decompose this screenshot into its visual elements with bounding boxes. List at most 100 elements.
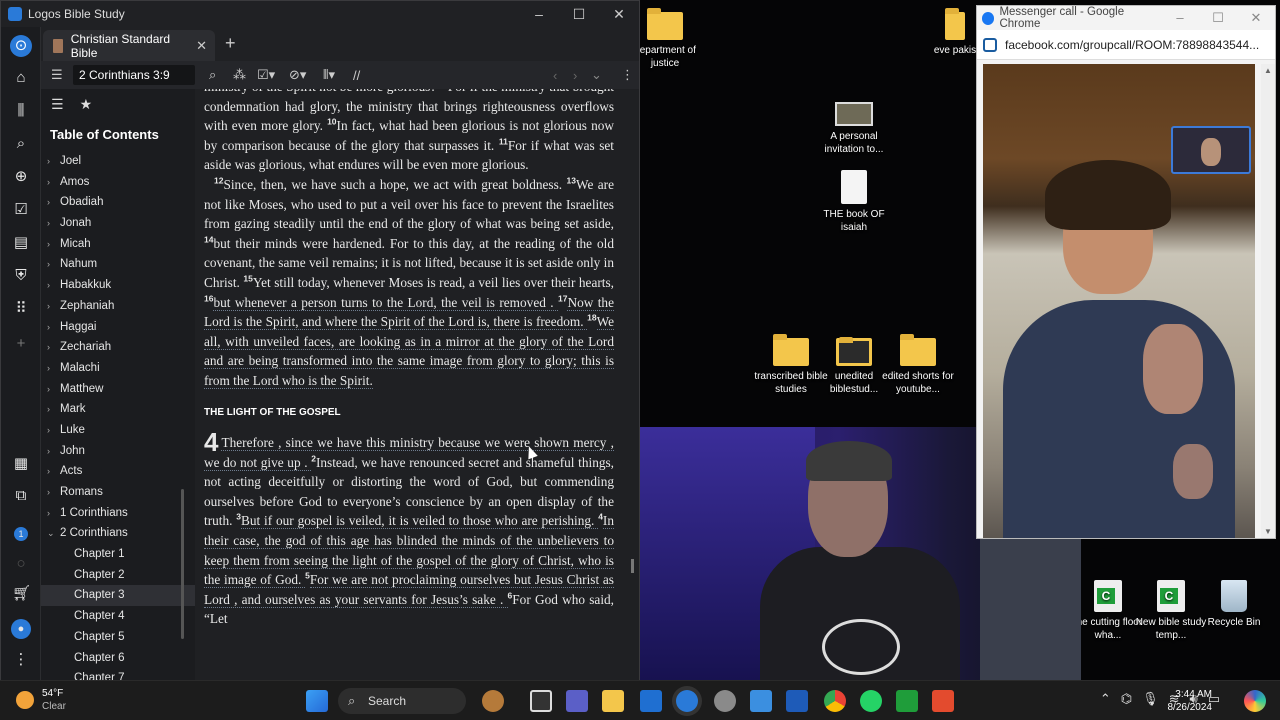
- history-dropdown-icon[interactable]: ⌄: [591, 67, 602, 83]
- chevron-up-icon[interactable]: ⌃: [1100, 691, 1111, 707]
- toc-book-item[interactable]: › Zephaniah: [41, 296, 195, 317]
- close-button[interactable]: ✕: [1237, 10, 1275, 26]
- toc-book-item[interactable]: › Obadiah: [41, 192, 195, 213]
- camtasia-red-icon[interactable]: [932, 690, 954, 712]
- address-bar[interactable]: facebook.com/groupcall/ROOM:78898843544.…: [977, 30, 1275, 60]
- chevron-right-icon[interactable]: ›: [47, 420, 50, 441]
- copilot-icon[interactable]: [1244, 690, 1266, 712]
- maximize-button[interactable]: ☐: [1199, 10, 1237, 26]
- desktop-icon-recycle-bin[interactable]: Recycle Bin: [1194, 580, 1274, 629]
- chevron-right-icon[interactable]: ›: [47, 172, 50, 193]
- toc-book-item[interactable]: › Zechariah: [41, 337, 195, 358]
- messenger-call-window[interactable]: Messenger call - Google Chrome – ☐ ✕ fac…: [976, 5, 1276, 539]
- chevron-right-icon[interactable]: ›: [47, 399, 50, 420]
- chevron-down-icon[interactable]: ⌄: [47, 523, 55, 544]
- highlight-icon[interactable]: ☑▾: [257, 67, 275, 83]
- notification-badge[interactable]: 1: [14, 527, 28, 541]
- layouts-icon[interactable]: ▦: [12, 455, 30, 473]
- open-window-icon[interactable]: ⧉: [12, 487, 30, 505]
- toc-book-item[interactable]: › Jonah: [41, 213, 195, 234]
- new-tab-icon[interactable]: +: [225, 33, 236, 54]
- chevron-right-icon[interactable]: ›: [47, 296, 50, 317]
- network-icon[interactable]: ⌬: [1121, 691, 1132, 707]
- scroll-up-icon[interactable]: ▲: [1264, 66, 1272, 75]
- visual-filter-icon[interactable]: ⁂: [233, 67, 246, 83]
- toc-book-item[interactable]: › John: [41, 441, 195, 462]
- start-button[interactable]: [306, 690, 328, 712]
- chevron-right-icon[interactable]: ›: [47, 317, 50, 338]
- taskbar-search[interactable]: ⌕ Search: [338, 688, 466, 714]
- home-icon[interactable]: ⌂: [12, 69, 30, 87]
- desktop-icon-edited-shorts[interactable]: edited shorts for youtube...: [878, 334, 958, 396]
- toc-chapter-item[interactable]: Chapter 2: [41, 565, 195, 586]
- filter-icon[interactable]: ⊘▾: [289, 67, 306, 83]
- toc-book-item[interactable]: › Acts: [41, 461, 195, 482]
- chevron-right-icon[interactable]: ›: [47, 441, 50, 462]
- logos-taskbar-icon[interactable]: [676, 690, 698, 712]
- close-tab-icon[interactable]: ✕: [196, 38, 207, 54]
- library-icon[interactable]: ⫼: [12, 102, 30, 120]
- chevron-right-icon[interactable]: ›: [47, 234, 50, 255]
- reference-box[interactable]: 2 Corinthians 3:9: [73, 65, 195, 85]
- toc-chapter-item[interactable]: Chapter 3: [41, 585, 195, 607]
- camtasia-green-icon[interactable]: [896, 690, 918, 712]
- desktop-icon-invitation[interactable]: A personal invitation to...: [814, 102, 894, 156]
- tab-christian-standard-bible[interactable]: Christian Standard Bible ✕: [43, 30, 215, 61]
- word-icon[interactable]: [786, 690, 808, 712]
- scrollbar[interactable]: ▲ ▼: [1261, 64, 1275, 538]
- toc-book-item[interactable]: › Amos: [41, 172, 195, 193]
- apps-icon[interactable]: ⠿: [12, 300, 30, 318]
- account-icon[interactable]: ●: [11, 619, 31, 639]
- checklist-icon[interactable]: ☑: [12, 201, 30, 219]
- toc-book-item[interactable]: › Mark: [41, 399, 195, 420]
- chevron-right-icon[interactable]: ›: [47, 379, 50, 400]
- panel-menu-icon[interactable]: ⋮: [621, 67, 634, 83]
- add-icon[interactable]: +: [12, 335, 30, 353]
- settings-icon[interactable]: [714, 690, 736, 712]
- parallel-icon[interactable]: //: [353, 68, 360, 83]
- guides-icon[interactable]: ⊕: [12, 168, 30, 186]
- toc-book-item[interactable]: › Haggai: [41, 317, 195, 338]
- maximize-button[interactable]: ☐: [559, 6, 599, 23]
- site-info-icon[interactable]: [983, 37, 997, 52]
- window-titlebar[interactable]: Logos Bible Study – ☐ ✕: [1, 1, 639, 27]
- store-icon[interactable]: 🛒︎: [12, 585, 31, 603]
- weather-widget[interactable]: 54°F Clear: [16, 687, 66, 713]
- toc-book-item[interactable]: › Habakkuk: [41, 275, 195, 296]
- toc-tab-icon[interactable]: ☰: [51, 96, 64, 113]
- toc-book-item[interactable]: › Nahum: [41, 254, 195, 275]
- desktop-icon-isaiah[interactable]: THE book OF isaiah: [814, 170, 894, 234]
- logos-window[interactable]: Logos Bible Study – ☐ ✕ ⊙ ⌂ ⫼ ⌕ ⊕ ☑ ▤ ⛨ …: [0, 0, 640, 684]
- notepad-icon[interactable]: [750, 690, 772, 712]
- toc-book-item[interactable]: › Malachi: [41, 358, 195, 379]
- chevron-right-icon[interactable]: ›: [47, 192, 50, 213]
- toc-chapter-item[interactable]: Chapter 6: [41, 648, 195, 669]
- self-view-video[interactable]: [1171, 126, 1251, 174]
- chevron-right-icon[interactable]: ›: [47, 503, 50, 524]
- desktop-icon-eve[interactable]: eve pakis: [930, 8, 980, 57]
- shield-icon[interactable]: ⛨: [12, 267, 30, 285]
- chevron-right-icon[interactable]: ›: [47, 482, 50, 503]
- favorites-tab-icon[interactable]: ★: [80, 96, 93, 113]
- chevron-right-icon[interactable]: ›: [47, 254, 50, 275]
- window-titlebar[interactable]: Messenger call - Google Chrome – ☐ ✕: [977, 6, 1275, 30]
- chevron-right-icon[interactable]: ›: [47, 275, 50, 296]
- teams-icon[interactable]: [566, 690, 588, 712]
- chevron-right-icon[interactable]: ›: [47, 151, 50, 172]
- search-icon[interactable]: ⌕: [12, 135, 30, 153]
- clock[interactable]: 3:44 AM 8/26/2024: [1160, 688, 1213, 714]
- documents-icon[interactable]: ▤: [12, 234, 30, 252]
- file-explorer-icon[interactable]: [602, 690, 624, 712]
- toc-chapter-item[interactable]: Chapter 1: [41, 544, 195, 565]
- task-view-icon[interactable]: [530, 690, 552, 712]
- layout-icon[interactable]: ⫴▾: [323, 67, 335, 83]
- microphone-icon[interactable]: 🎙︎: [1142, 691, 1159, 707]
- store-icon[interactable]: [640, 690, 662, 712]
- toc-book-item[interactable]: ⌄ 2 Corinthians: [41, 523, 195, 544]
- toc-book-item[interactable]: › 1 Corinthians: [41, 503, 195, 524]
- toc-book-item[interactable]: › Matthew: [41, 379, 195, 400]
- back-icon[interactable]: ‹: [553, 68, 557, 83]
- whatsapp-icon[interactable]: [860, 690, 882, 712]
- chevron-right-icon[interactable]: ›: [47, 358, 50, 379]
- chevron-right-icon[interactable]: ›: [47, 461, 50, 482]
